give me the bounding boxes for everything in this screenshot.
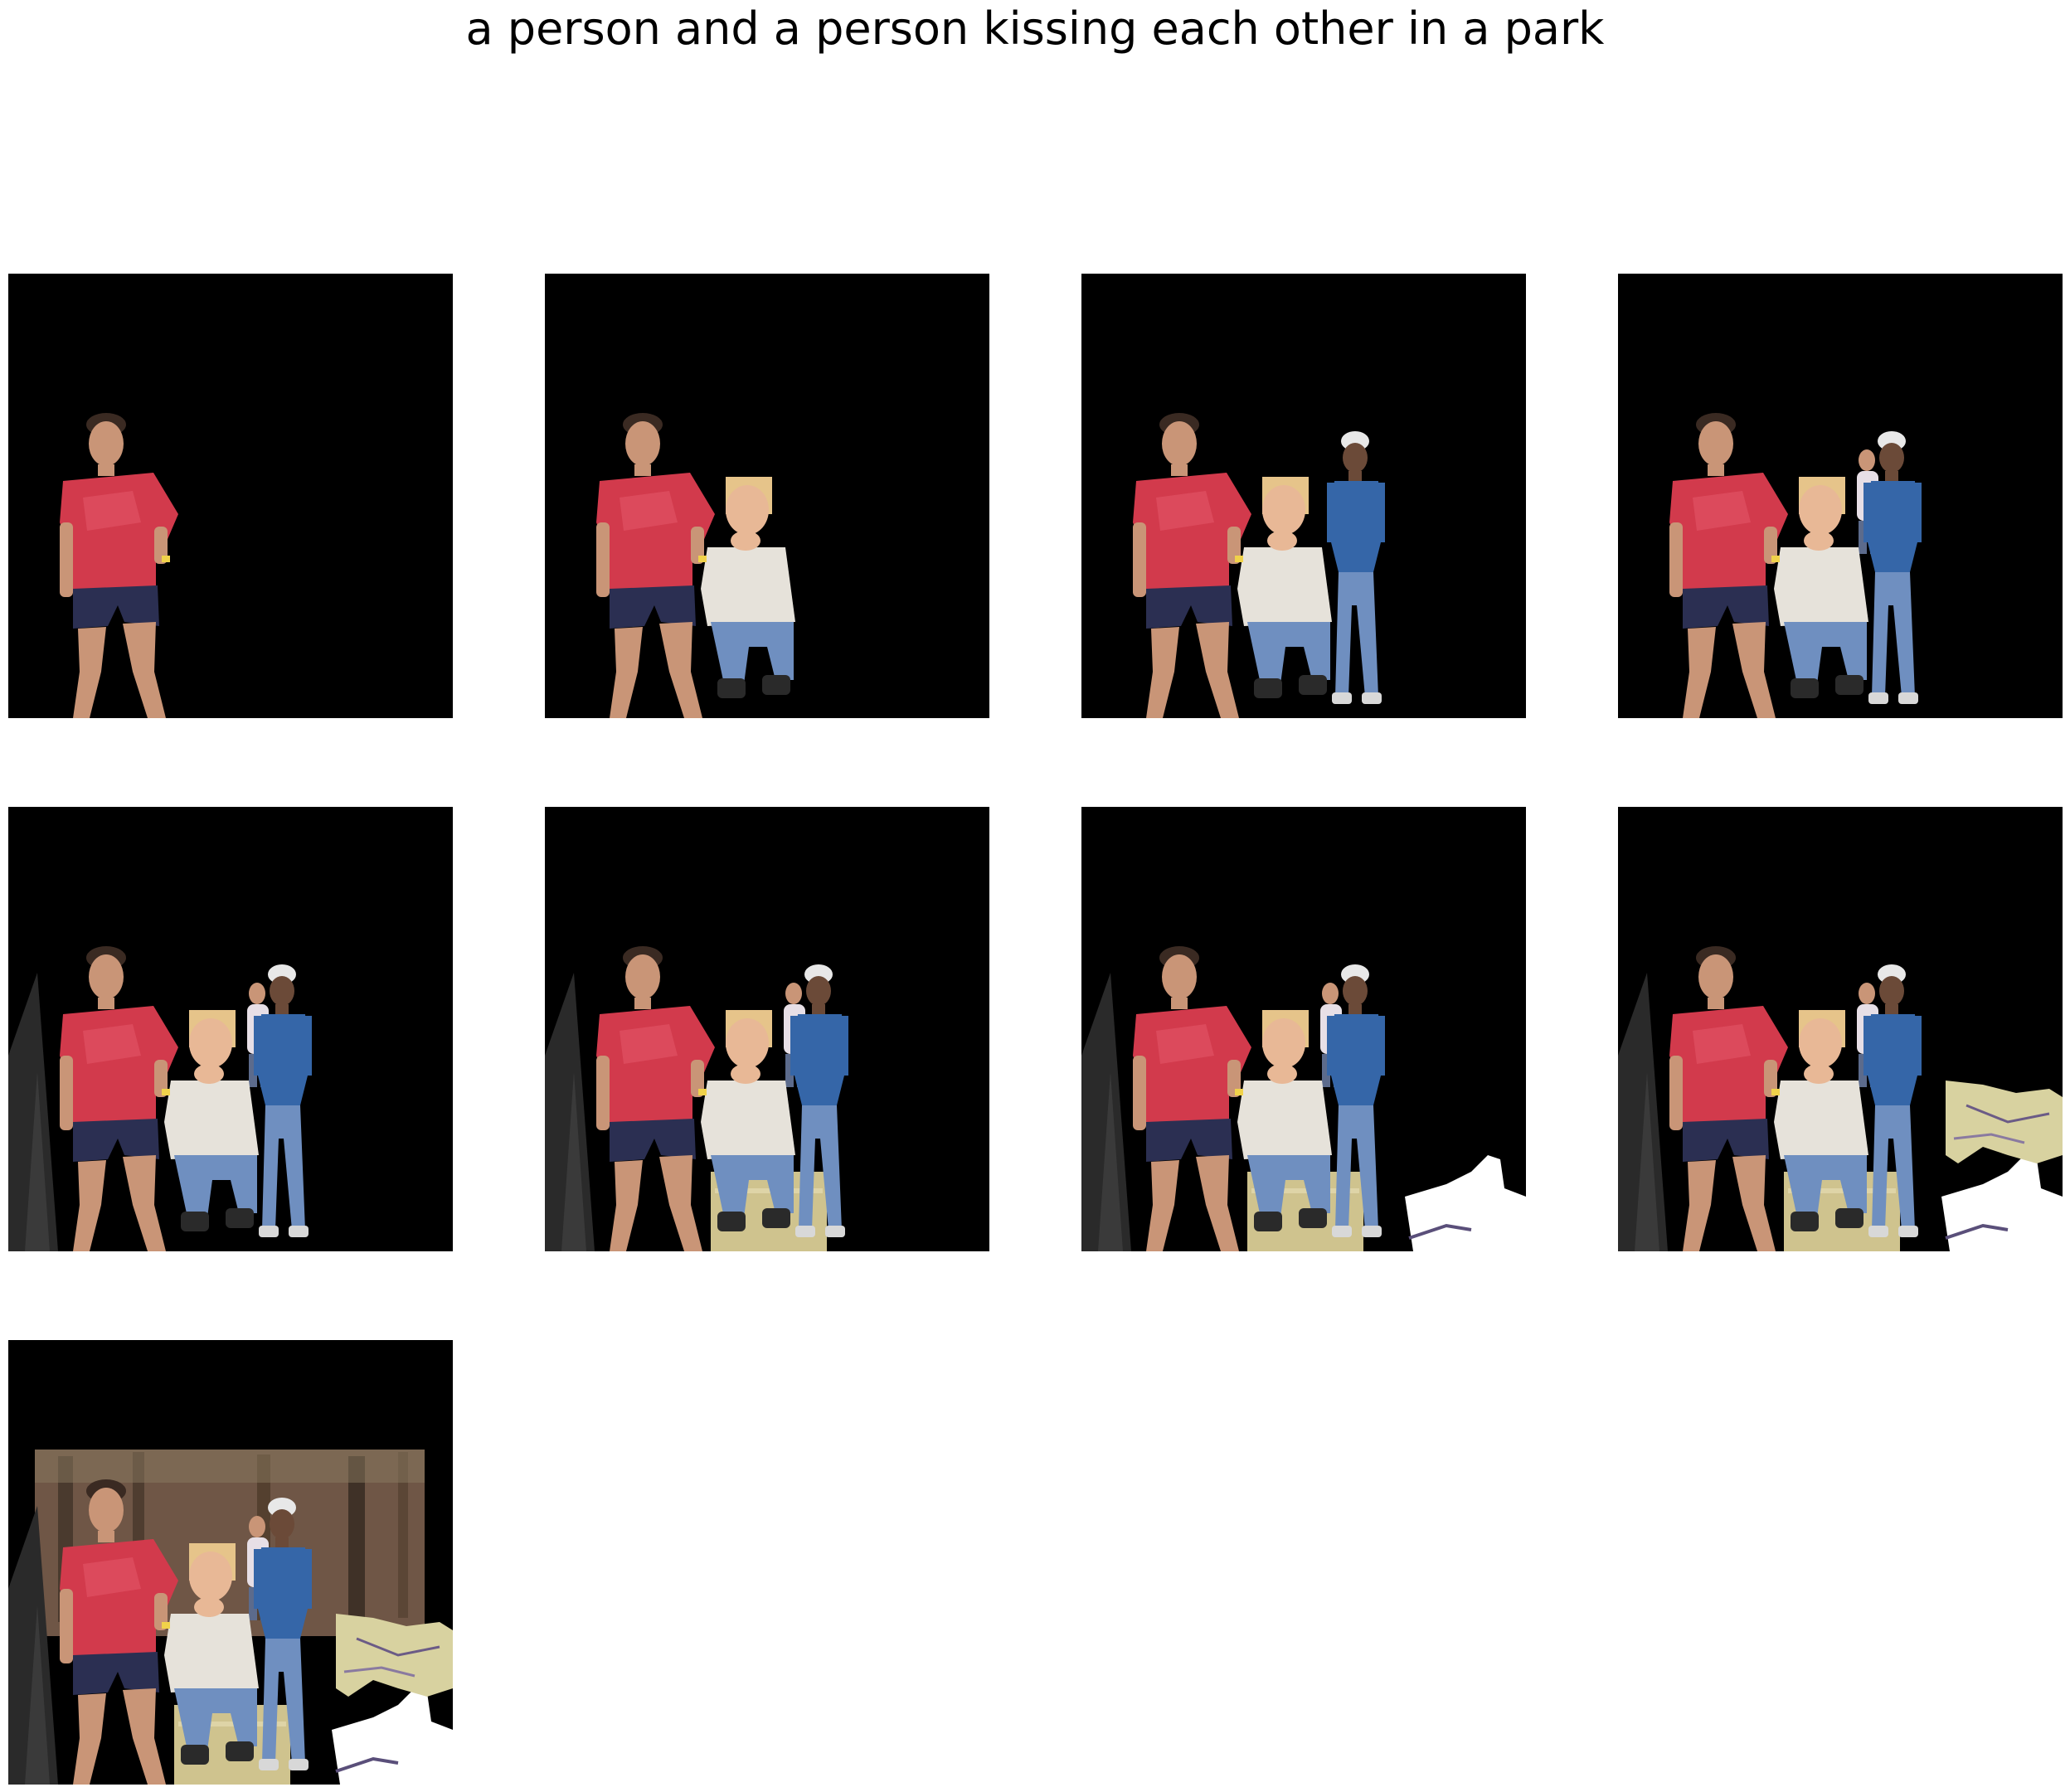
panel-image [1669, 413, 1922, 718]
panel-image [60, 413, 178, 718]
composite-panel-6 [545, 807, 989, 1251]
layer-yellow-ground-right [1946, 1081, 2063, 1163]
layer-child-white-sweater [701, 477, 795, 698]
layer-man-blue-shirt [1327, 431, 1385, 704]
composite-panel-7 [1081, 807, 1526, 1251]
layer-white-patch-right [1941, 1155, 2063, 1251]
composite-panel-2 [545, 274, 989, 718]
panel-image [596, 413, 795, 718]
layer-man-red-shirt [60, 413, 178, 718]
layer-man-red-shirt [1669, 413, 1788, 718]
layer-man-red-shirt [1669, 946, 1788, 1251]
layer-yellow-ground-right [336, 1614, 453, 1697]
layer-dark-ground-left [8, 973, 58, 1251]
layer-child-white-sweater [1237, 477, 1332, 698]
composite-panel-9 [8, 1340, 453, 1785]
layer-child-white-sweater [1774, 477, 1868, 698]
layer-dark-ground-left [1618, 973, 1668, 1251]
panel-image [1081, 946, 1526, 1251]
layer-man-red-shirt [1133, 946, 1251, 1251]
composite-panel-4 [1618, 274, 2063, 718]
layer-dark-ground-left [1081, 973, 1131, 1251]
layer-man-red-shirt [1133, 413, 1251, 718]
panel-image [1133, 413, 1385, 718]
layer-white-patch-right [332, 1688, 453, 1785]
figure-title: a person and a person kissing each other… [465, 2, 1605, 55]
panel-image [8, 1450, 453, 1785]
layer-man-red-shirt [60, 946, 178, 1251]
composite-panel-8 [1618, 807, 2063, 1251]
layer-white-patch-right [1405, 1155, 1526, 1251]
composite-panel-5 [8, 807, 453, 1251]
layer-child-white-sweater [164, 1010, 259, 1231]
composite-panel-1 [8, 274, 453, 718]
panel-image [1618, 946, 2063, 1251]
layer-man-red-shirt [596, 946, 715, 1251]
panel-image [545, 946, 848, 1251]
composite-panel-3 [1081, 274, 1526, 718]
panel-image [8, 946, 312, 1251]
layer-dark-ground-left [545, 973, 595, 1251]
layer-man-red-shirt [596, 413, 715, 718]
